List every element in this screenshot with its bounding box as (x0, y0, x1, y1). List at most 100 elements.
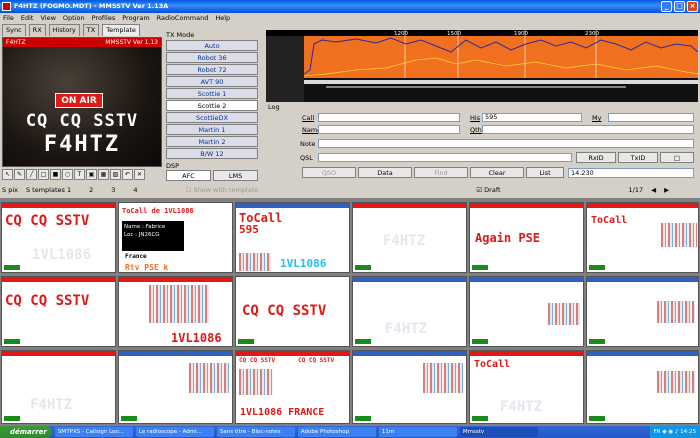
tab-rx[interactable]: RX (28, 24, 46, 36)
maximize-button[interactable]: □ (674, 1, 685, 12)
list-button[interactable]: List (526, 167, 564, 178)
his-field[interactable]: 595 (482, 113, 582, 122)
task-radioscope[interactable]: Le radioscope - Admi... (135, 427, 214, 437)
task-mmsstv[interactable]: Mmsstv (459, 427, 538, 437)
mode-auto[interactable]: Auto (166, 40, 258, 51)
color-tool-icon[interactable]: ▧ (110, 169, 121, 180)
language-indicator[interactable]: FR (654, 429, 661, 435)
prev-page-icon[interactable]: ◀ (651, 186, 656, 194)
data-button[interactable]: Data (358, 167, 412, 178)
template-cell[interactable] (586, 350, 699, 424)
pointer-tool-icon[interactable]: ↖ (2, 169, 13, 180)
mode-avt90[interactable]: AVT 90 (166, 76, 258, 87)
template-cell[interactable]: F4HTZ (352, 276, 467, 347)
mode-bw12[interactable]: B/W 12 (166, 148, 258, 159)
tray-icons[interactable]: ◆ ◉ ♪ (662, 429, 678, 435)
template-cell[interactable]: F4HTZ (352, 202, 467, 273)
menu-edit[interactable]: Edit (21, 13, 34, 23)
task-notepad[interactable]: Sans titre - Bloc-notes (216, 427, 295, 437)
frequency-select[interactable]: 14.230 (568, 168, 694, 178)
menu-radiocommand[interactable]: RadioCommand (157, 13, 209, 23)
line-tool-icon[interactable]: ╱ (26, 169, 37, 180)
cell-text: Rtv PSE k (125, 263, 169, 272)
mode-scottiedx[interactable]: ScottieDX (166, 112, 258, 123)
strip-tab-spix[interactable]: S pix (2, 186, 18, 194)
template-cell[interactable]: CQ CQ SSTV 1VL1086 (1, 202, 116, 273)
template-cell[interactable] (352, 350, 467, 424)
strip-tab-templates4[interactable]: 4 (133, 186, 137, 194)
id-options-button[interactable]: □ (660, 152, 694, 163)
template-cell[interactable]: CQ CQ SSTV CQ CQ SSTV 1VL1086 FRANCE (235, 350, 350, 424)
name-field[interactable] (318, 125, 460, 134)
template-cell[interactable] (118, 350, 233, 424)
tab-tx[interactable]: TX (82, 24, 100, 36)
draft-checkbox[interactable]: ☑ Draft (476, 186, 500, 194)
ellipse-tool-icon[interactable]: ○ (62, 169, 73, 180)
draft-label: Draft (484, 185, 501, 194)
task-11m[interactable]: 11m (378, 427, 457, 437)
template-cell[interactable]: Again PSE (469, 202, 584, 273)
template-cell[interactable] (586, 276, 699, 347)
template-cell[interactable]: ToCall (586, 202, 699, 273)
mode-martin1[interactable]: Martin 1 (166, 124, 258, 135)
afc-button[interactable]: AFC (166, 170, 211, 181)
template-cell[interactable] (469, 276, 584, 347)
qth-field[interactable] (482, 125, 694, 134)
template-cell[interactable]: 1VL1086 (118, 276, 233, 347)
note-field[interactable] (318, 139, 694, 148)
my-field[interactable] (608, 113, 694, 122)
mode-scottie1[interactable]: Scottie 1 (166, 88, 258, 99)
undo-tool-icon[interactable]: ↶ (122, 169, 133, 180)
grid-tool-icon[interactable]: ▦ (98, 169, 109, 180)
close-button[interactable]: × (687, 1, 698, 12)
template-cell[interactable]: ToCall F4HTZ (469, 350, 584, 424)
rect-tool-icon[interactable]: □ (38, 169, 49, 180)
spectrum-svg: 1200 1500 1900 2300 (266, 30, 698, 102)
find-button[interactable]: Find (414, 167, 468, 178)
task-photoshop[interactable]: Adobe Photoshop (297, 427, 376, 437)
minimize-button[interactable]: _ (661, 1, 672, 12)
next-page-icon[interactable]: ▶ (664, 186, 669, 194)
template-cell[interactable]: ToCall 595 1VL1086 (235, 202, 350, 273)
start-button[interactable]: démarrer (0, 426, 52, 438)
clear-button[interactable]: Clear (470, 167, 524, 178)
menu-help[interactable]: Help (215, 13, 230, 23)
task-sm7pxs[interactable]: SM7PXS - Callsign Loo... (54, 427, 133, 437)
template-cell[interactable]: ToCall de 1VL1086 Name : Fabrice Loc : J… (118, 202, 233, 273)
mode-scottie2[interactable]: Scottie 2 (166, 100, 258, 111)
menu-file[interactable]: File (3, 13, 14, 23)
qsl-label: QSL (300, 154, 313, 162)
show-template-checkbox[interactable]: ☐ Show with template (186, 186, 259, 194)
qso-button[interactable]: QSO (302, 167, 356, 178)
strip-tab-templates3[interactable]: 3 (111, 186, 115, 194)
clear-tool-icon[interactable]: ✕ (134, 169, 145, 180)
fill-rect-tool-icon[interactable]: ■ (50, 169, 61, 180)
image-tool-icon[interactable]: ▣ (86, 169, 97, 180)
lms-button[interactable]: LMS (213, 170, 259, 181)
cell-text: CQ CQ SSTV (298, 357, 335, 364)
menu-option[interactable]: Option (63, 13, 85, 23)
tx-image-preview[interactable]: F4HTZ MMSSTV Ver 1.13 ON AIR CQ CQ SSTV … (2, 37, 162, 167)
tab-sync[interactable]: Sync (2, 24, 26, 36)
template-cell[interactable]: CQ CQ SSTV (1, 276, 116, 347)
pen-tool-icon[interactable]: ✎ (14, 169, 25, 180)
tab-history[interactable]: History (48, 24, 80, 36)
menu-view[interactable]: View (40, 13, 55, 23)
mode-robot72[interactable]: Robot 72 (166, 64, 258, 75)
cell-text: France (125, 253, 147, 260)
spectrum-display[interactable]: 1200 1500 1900 2300 (266, 30, 698, 102)
mode-martin2[interactable]: Martin 2 (166, 136, 258, 147)
mode-robot36[interactable]: Robot 36 (166, 52, 258, 63)
text-tool-icon[interactable]: T (74, 169, 85, 180)
qsl-field[interactable] (318, 153, 572, 162)
rxid-button[interactable]: RxID (576, 152, 616, 163)
menu-program[interactable]: Program (122, 13, 149, 23)
txid-button[interactable]: TxID (618, 152, 658, 163)
call-field[interactable] (318, 113, 460, 122)
tab-template[interactable]: Template (102, 24, 140, 36)
menu-profiles[interactable]: Profiles (92, 13, 116, 23)
template-cell[interactable]: CQ CQ SSTV (235, 276, 350, 347)
strip-tab-templates1[interactable]: S templates 1 (26, 186, 71, 194)
template-cell[interactable]: F4HTZ (1, 350, 116, 424)
strip-tab-templates2[interactable]: 2 (89, 186, 93, 194)
